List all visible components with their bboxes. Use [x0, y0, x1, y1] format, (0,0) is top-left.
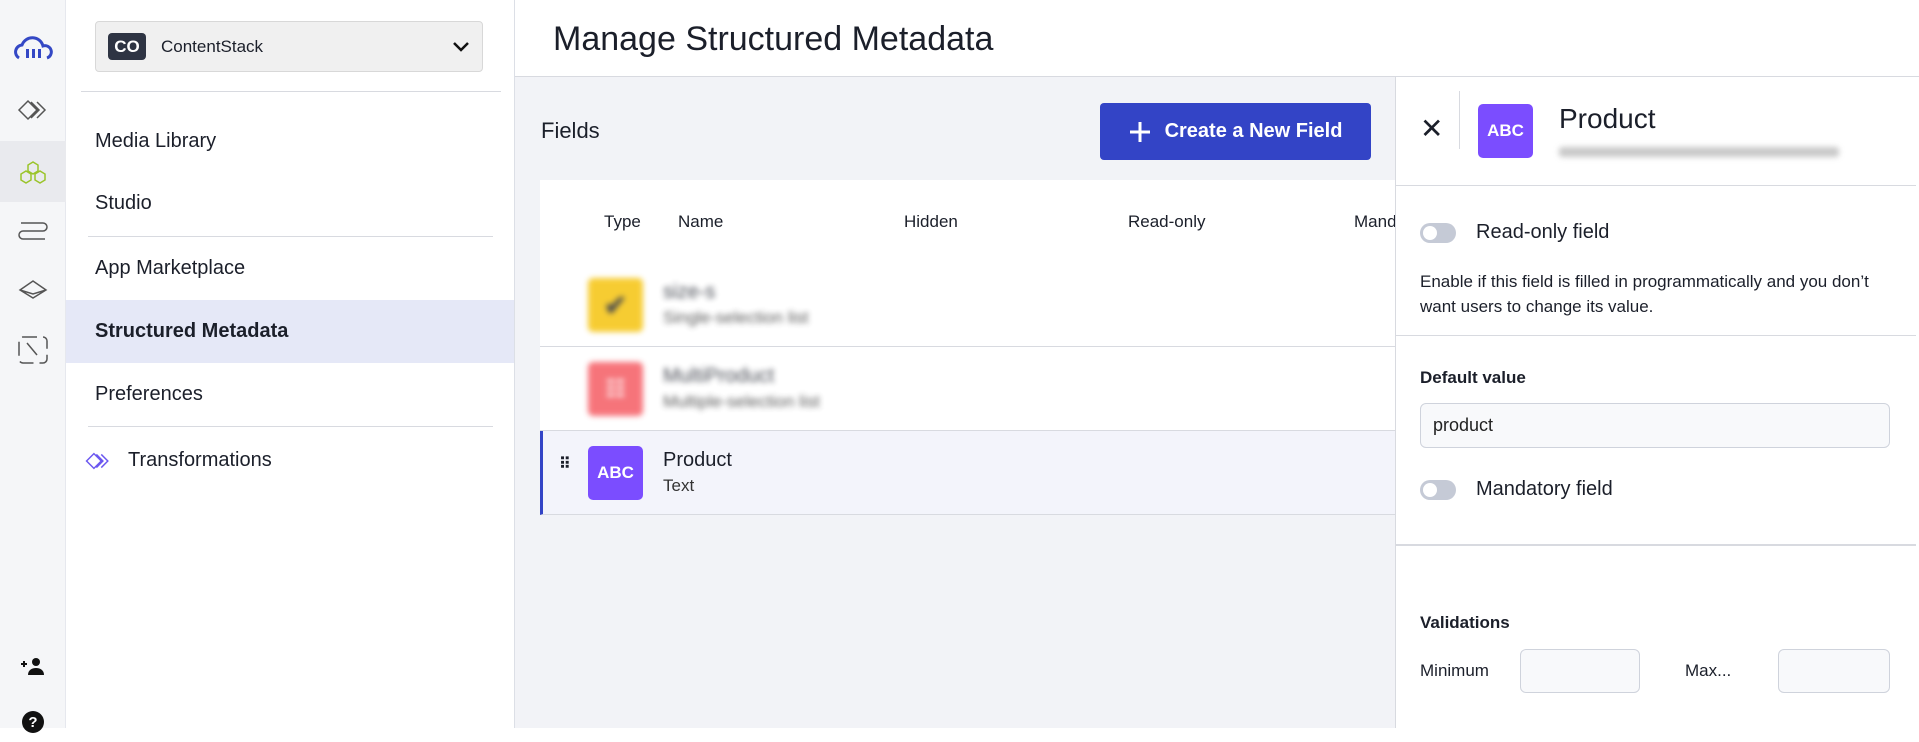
minimum-input[interactable]	[1520, 649, 1640, 693]
field-type: Multiple-selection list	[663, 392, 820, 411]
divider	[1459, 91, 1460, 149]
transformations-icon[interactable]	[0, 90, 66, 130]
field-type: Single-selection list	[663, 308, 809, 327]
integrations-icon[interactable]	[0, 269, 66, 309]
sidebar-item-label: Transformations	[128, 449, 272, 471]
help-icon[interactable]: ?	[0, 702, 66, 742]
field-name: MultiProduct	[663, 365, 775, 387]
divider	[88, 426, 493, 427]
fields-title: Fields	[541, 118, 600, 143]
sidebar-item-label: Studio	[95, 192, 152, 214]
field-name: size-s	[663, 281, 716, 303]
sidebar-item-studio[interactable]: Studio	[66, 172, 514, 235]
validations-label: Validations	[1420, 613, 1510, 632]
org-avatar: CO	[108, 33, 146, 60]
svg-text:?: ?	[28, 714, 37, 731]
sidebar-item-label: App Marketplace	[95, 257, 246, 279]
cloudinary-logo-icon[interactable]	[0, 29, 66, 69]
field-name: Product	[663, 449, 732, 471]
divider	[1396, 185, 1916, 186]
column-header-hidden[interactable]: Hidden	[904, 212, 958, 232]
sidebar-item-media-library[interactable]: Media Library	[66, 110, 514, 173]
plus-icon	[1129, 121, 1150, 142]
read-only-description: Enable if this field is filled in progra…	[1420, 272, 1869, 316]
chevron-down-icon	[453, 41, 469, 52]
sidebar-item-transformations[interactable]: Transformations	[66, 429, 514, 492]
main-content: Fields Create a New Field Type Name Hidd…	[515, 0, 1406, 728]
drag-handle-icon[interactable]: ⠿	[559, 457, 571, 473]
column-header-name[interactable]: Name	[678, 212, 723, 232]
mandatory-label: Mandatory field	[1476, 478, 1613, 500]
panel-title: Product	[1559, 103, 1656, 134]
sidebar-item-label: Media Library	[95, 130, 217, 152]
minimum-label: Minimum	[1420, 661, 1489, 680]
divider	[1396, 544, 1916, 546]
close-icon[interactable]: ✕	[1420, 115, 1443, 143]
maximum-input[interactable]	[1778, 649, 1890, 693]
fields-table: Type Name Hidden Read-only Manda ✔ size-…	[540, 180, 1406, 515]
org-name: ContentStack	[161, 36, 264, 56]
text-type-icon: ABC	[1478, 104, 1533, 158]
field-detail-panel: ✕ ABC Product Read-only field Enable if …	[1395, 77, 1916, 728]
column-header-type[interactable]: Type	[604, 212, 641, 232]
add-user-icon[interactable]	[0, 646, 66, 686]
sidebar-item-app-marketplace[interactable]: App Marketplace	[66, 237, 514, 300]
sidebar-nav: CO ContentStack Media Library Studio App…	[66, 0, 515, 728]
page-header: Manage Structured Metadata	[515, 0, 1919, 77]
multi-list-icon: ☷	[588, 362, 643, 416]
page-title: Manage Structured Metadata	[553, 20, 994, 58]
checkmark-icon: ✔	[588, 278, 643, 332]
table-row[interactable]: ✔ size-s Single-selection list	[540, 263, 1395, 347]
sidebar-item-label: Preferences	[95, 383, 203, 405]
mandatory-toggle[interactable]	[1420, 480, 1456, 500]
icon-rail: ?	[0, 0, 66, 733]
read-only-label: Read-only field	[1476, 221, 1610, 243]
touch-icon[interactable]	[0, 330, 66, 370]
table-row-selected[interactable]: ⠿ ABC Product Text	[540, 431, 1395, 515]
create-new-field-button[interactable]: Create a New Field	[1100, 103, 1371, 160]
default-value-label: Default value	[1420, 368, 1526, 387]
maximum-label: Max...	[1685, 661, 1732, 680]
transformations-icon	[85, 452, 109, 469]
field-type: Text	[663, 476, 695, 495]
divider	[81, 91, 501, 92]
external-id-redacted	[1559, 147, 1839, 157]
workflow-icon[interactable]	[0, 210, 66, 250]
create-new-field-label: Create a New Field	[1164, 120, 1343, 142]
default-value-input[interactable]	[1420, 403, 1890, 448]
read-only-toggle[interactable]	[1420, 223, 1456, 243]
table-row[interactable]: ☷ MultiProduct Multiple-selection list	[540, 347, 1395, 431]
structured-metadata-icon[interactable]	[0, 141, 66, 202]
org-selector[interactable]: CO ContentStack	[95, 21, 483, 72]
sidebar-item-label: Structured Metadata	[95, 320, 289, 342]
text-type-icon: ABC	[588, 446, 643, 500]
column-header-read-only[interactable]: Read-only	[1128, 212, 1206, 232]
sidebar-item-structured-metadata[interactable]: Structured Metadata	[66, 300, 514, 363]
divider	[1396, 335, 1916, 336]
sidebar-item-preferences[interactable]: Preferences	[66, 363, 514, 426]
